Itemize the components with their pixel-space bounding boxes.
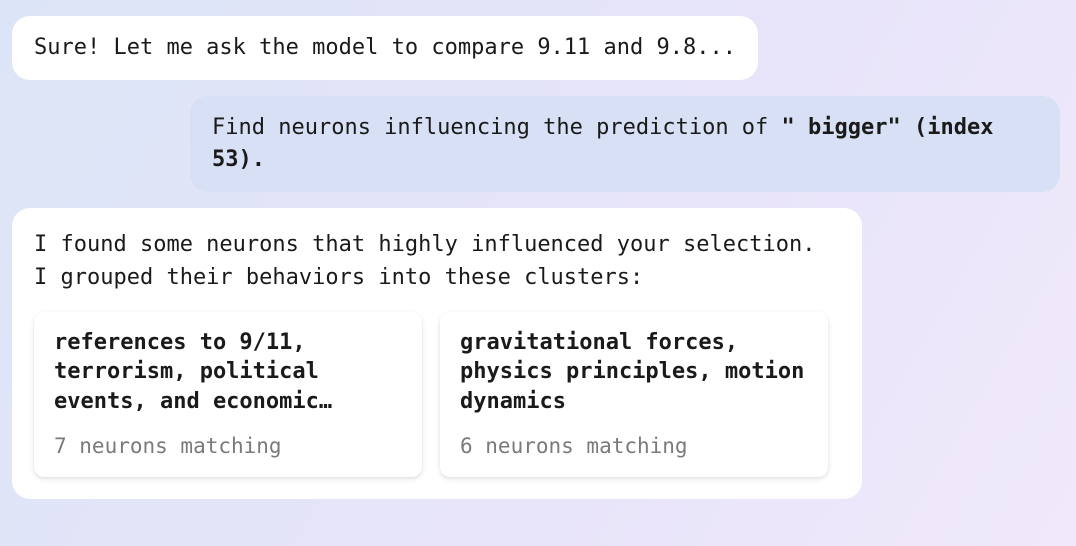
- cluster-list: references to 9/11, terrorism, political…: [34, 312, 840, 478]
- assistant-intro-text: I found some neurons that highly influen…: [34, 228, 840, 294]
- cluster-title: references to 9/11, terrorism, political…: [54, 328, 402, 417]
- cluster-card[interactable]: references to 9/11, terrorism, political…: [34, 312, 422, 478]
- user-message: Find neurons influencing the prediction …: [190, 96, 1060, 192]
- assistant-message-main: I found some neurons that highly influen…: [12, 208, 862, 500]
- user-message-prefix: Find neurons influencing the prediction …: [212, 115, 782, 140]
- cluster-card[interactable]: gravitational forces, physics principles…: [440, 312, 828, 478]
- cluster-matching-count: 6 neurons matching: [460, 431, 808, 461]
- cluster-title: gravitational forces, physics principles…: [460, 328, 808, 417]
- cluster-matching-count: 7 neurons matching: [54, 431, 402, 461]
- assistant-message-top: Sure! Let me ask the model to compare 9.…: [12, 16, 758, 80]
- assistant-top-text: Sure! Let me ask the model to compare 9.…: [34, 35, 736, 60]
